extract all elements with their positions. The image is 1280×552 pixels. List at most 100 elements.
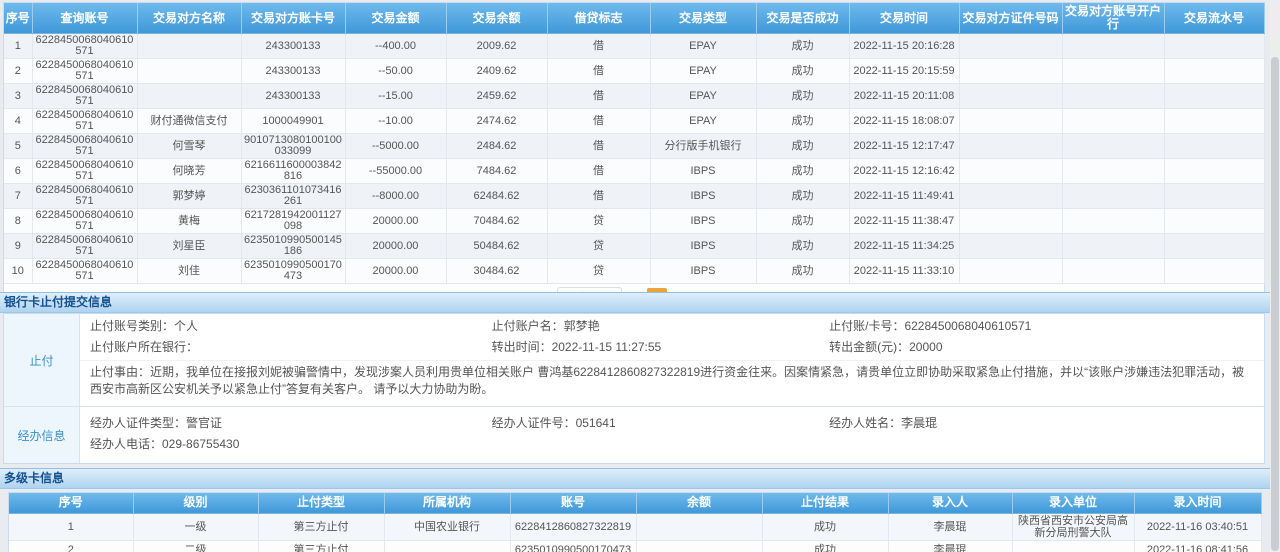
tx-cell-time: 2022-11-15 20:15:59 bbox=[849, 59, 959, 84]
handler-info-group: 经办信息 经办人证件类型：警官证 经办人证件号：051641 经办人姓名：李晨琨… bbox=[4, 406, 1264, 463]
tx-cell-counterparty-card: 6235010990500170473 bbox=[241, 259, 345, 284]
tx-cell-counterparty-card: 6216611600003842816 bbox=[241, 159, 345, 184]
stop-payment-group-label: 止付 bbox=[4, 314, 80, 406]
tx-cell-cert-no bbox=[959, 259, 1062, 284]
tx-cell-balance: 2409.62 bbox=[446, 59, 547, 84]
field-empty bbox=[492, 434, 830, 455]
stop-payment-reason-text: 止付事由：近期，我单位在接报刘妮被骗警情中，发现涉案人员利用贵单位相关账户 曹鸿… bbox=[80, 360, 1264, 404]
tx-row: 66228450068040610571何晓芳62166116000038428… bbox=[4, 159, 1264, 184]
tx-cell-balance: 2474.62 bbox=[446, 109, 547, 134]
mc-cell-stop-type: 第三方止付 bbox=[258, 540, 384, 552]
tx-cell-amount: 20000.00 bbox=[345, 259, 446, 284]
mc-cell-stop-result: 成功 bbox=[762, 540, 888, 552]
tx-cell-counterparty-card: 243300133 bbox=[241, 59, 345, 84]
tx-header-query-account: 查询账号 bbox=[32, 3, 137, 34]
tx-header-balance: 交易余额 bbox=[446, 3, 547, 34]
tx-cell-opening-bank bbox=[1062, 234, 1164, 259]
tx-cell-amount: 20000.00 bbox=[345, 234, 446, 259]
tx-cell-debit-credit-flag: 借 bbox=[547, 59, 650, 84]
tx-cell-cert-no bbox=[959, 109, 1062, 134]
tx-cell-success: 成功 bbox=[756, 84, 849, 109]
mc-cell-balance bbox=[636, 540, 762, 552]
tx-cell-success: 成功 bbox=[756, 259, 849, 284]
tx-cell-serial-no bbox=[1164, 184, 1264, 209]
tx-cell-serial-no bbox=[1164, 159, 1264, 184]
tx-cell-opening-bank bbox=[1062, 259, 1164, 284]
tx-cell-query-account: 6228450068040610571 bbox=[32, 234, 137, 259]
tx-cell-opening-bank bbox=[1062, 109, 1164, 134]
tx-cell-counterparty-card: 243300133 bbox=[241, 84, 345, 109]
tx-cell-opening-bank bbox=[1062, 159, 1164, 184]
tx-cell-cert-no bbox=[959, 159, 1062, 184]
field-stop-account-bank: 止付账户所在银行： bbox=[90, 337, 492, 358]
tx-cell-balance: 2459.62 bbox=[446, 84, 547, 109]
tx-row: 36228450068040610571243300133--15.002459… bbox=[4, 84, 1264, 109]
tx-cell-debit-credit-flag: 借 bbox=[547, 184, 650, 209]
tx-cell-serial-no bbox=[1164, 34, 1264, 59]
tx-cell-type: IBPS bbox=[650, 184, 756, 209]
tx-cell-success: 成功 bbox=[756, 134, 849, 159]
tx-cell-query-account: 6228450068040610571 bbox=[32, 34, 137, 59]
tx-cell-cert-no bbox=[959, 184, 1062, 209]
mc-header-stop-result: 止付结果 bbox=[762, 493, 888, 513]
tx-row: 86228450068040610571黄梅621728194200112709… bbox=[4, 209, 1264, 234]
tx-cell-serial-no bbox=[1164, 209, 1264, 234]
multicard-section-title: 多级卡信息 bbox=[0, 468, 1280, 489]
tx-cell-debit-credit-flag: 借 bbox=[547, 84, 650, 109]
tx-cell-amount: --400.00 bbox=[345, 34, 446, 59]
tx-cell-counterparty-card: 243300133 bbox=[241, 34, 345, 59]
mc-cell-entry-person: 李晨琨 bbox=[888, 513, 1012, 540]
tx-cell-counterparty-name bbox=[137, 34, 241, 59]
tx-cell-type: IBPS bbox=[650, 234, 756, 259]
tx-cell-seq: 9 bbox=[4, 234, 32, 259]
tx-cell-type: EPAY bbox=[650, 34, 756, 59]
tx-cell-opening-bank bbox=[1062, 209, 1164, 234]
vertical-scrollbar[interactable] bbox=[1270, 0, 1280, 552]
tx-header-type: 交易类型 bbox=[650, 3, 756, 34]
tx-cell-success: 成功 bbox=[756, 109, 849, 134]
tx-header-cert-no: 交易对方证件号码 bbox=[959, 3, 1062, 34]
tx-row: 76228450068040610571郭梦婷62303611010734162… bbox=[4, 184, 1264, 209]
tx-cell-counterparty-name: 何雪琴 bbox=[137, 134, 241, 159]
tx-header-counterparty-card: 交易对方账卡号 bbox=[241, 3, 345, 34]
tx-cell-counterparty-card: 9010713080100100033099 bbox=[241, 134, 345, 159]
tx-cell-amount: --10.00 bbox=[345, 109, 446, 134]
mc-header-entry-person: 录入人 bbox=[888, 493, 1012, 513]
tx-cell-counterparty-name bbox=[137, 84, 241, 109]
mc-header-seq: 序号 bbox=[9, 493, 133, 513]
tx-cell-time: 2022-11-15 18:08:07 bbox=[849, 109, 959, 134]
tx-cell-type: 分行版手机银行 bbox=[650, 134, 756, 159]
field-transfer-out-amount: 转出金额(元)：20000 bbox=[829, 337, 1254, 358]
tx-cell-balance: 7484.62 bbox=[446, 159, 547, 184]
tx-header-amount: 交易金额 bbox=[345, 3, 446, 34]
field-handler-phone: 经办人电话：029-86755430 bbox=[90, 434, 492, 455]
tx-cell-seq: 5 bbox=[4, 134, 32, 159]
transaction-table-header-row: 序号查询账号交易对方名称交易对方账卡号交易金额交易余额借贷标志交易类型交易是否成… bbox=[4, 3, 1264, 34]
tx-cell-balance: 2484.62 bbox=[446, 134, 547, 159]
tx-cell-success: 成功 bbox=[756, 209, 849, 234]
tx-cell-serial-no bbox=[1164, 259, 1264, 284]
scrollbar-thumb[interactable] bbox=[1271, 57, 1279, 551]
tx-cell-counterparty-card: 6235010990500145186 bbox=[241, 234, 345, 259]
handler-info-group-content: 经办人证件类型：警官证 经办人证件号：051641 经办人姓名：李晨琨 经办人电… bbox=[80, 407, 1264, 463]
tx-cell-amount: --8000.00 bbox=[345, 184, 446, 209]
mc-header-stop-type: 止付类型 bbox=[258, 493, 384, 513]
mc-cell-seq: 2 bbox=[9, 540, 133, 552]
stop-payment-system-page: 序号查询账号交易对方名称交易对方账卡号交易金额交易余额借贷标志交易类型交易是否成… bbox=[0, 0, 1280, 552]
field-stop-account-name: 止付账户名：郭梦艳 bbox=[492, 316, 830, 337]
mc-cell-account: 6235010990500170473 bbox=[510, 540, 636, 552]
tx-cell-time: 2022-11-15 12:16:42 bbox=[849, 159, 959, 184]
tx-cell-amount: --50.00 bbox=[345, 59, 446, 84]
tx-cell-cert-no bbox=[959, 84, 1062, 109]
mc-cell-stop-type: 第三方止付 bbox=[258, 513, 384, 540]
mc-cell-entry-time: 2022-11-16 03:40:51 bbox=[1134, 513, 1261, 540]
tx-cell-balance: 50484.62 bbox=[446, 234, 547, 259]
tx-cell-seq: 6 bbox=[4, 159, 32, 184]
tx-cell-serial-no bbox=[1164, 84, 1264, 109]
tx-header-seq: 序号 bbox=[4, 3, 32, 34]
tx-cell-query-account: 6228450068040610571 bbox=[32, 259, 137, 284]
mc-cell-balance bbox=[636, 513, 762, 540]
tx-cell-seq: 8 bbox=[4, 209, 32, 234]
tx-cell-time: 2022-11-15 20:16:28 bbox=[849, 34, 959, 59]
tx-cell-counterparty-card: 6217281942001127098 bbox=[241, 209, 345, 234]
